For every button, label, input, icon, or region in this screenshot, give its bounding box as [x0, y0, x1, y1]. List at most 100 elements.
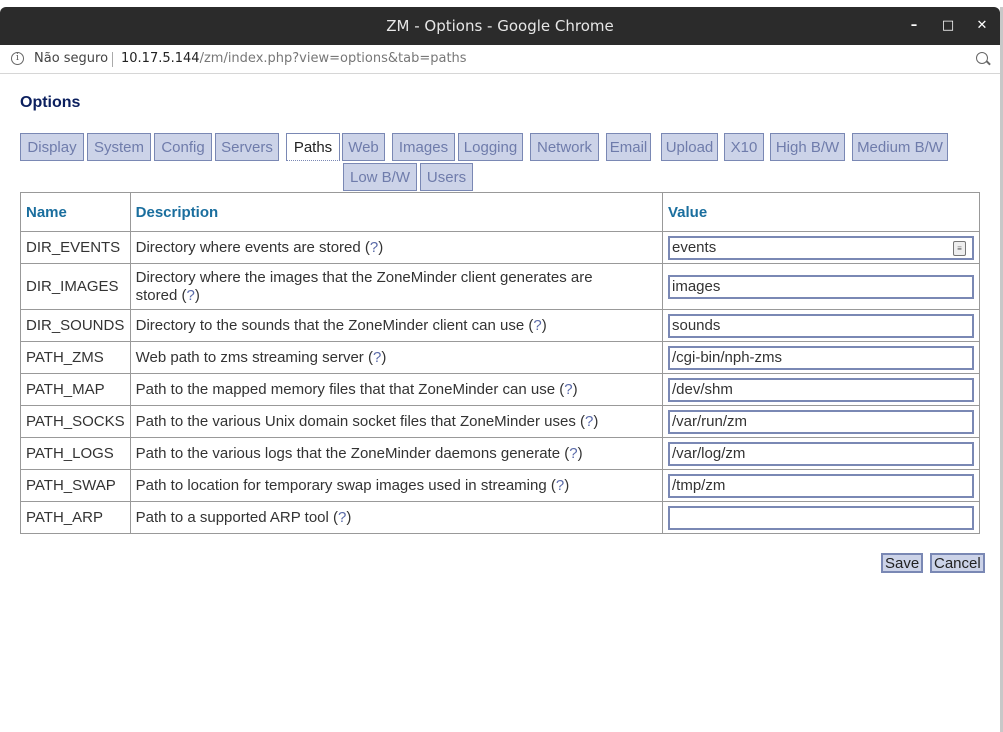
tab-email[interactable]: Email [606, 133, 651, 161]
help-link[interactable]: ? [556, 477, 564, 494]
tab-users[interactable]: Users [420, 163, 473, 191]
option-name: PATH_ZMS [20, 341, 131, 374]
option-value-cell: events ≡ [662, 231, 980, 264]
column-header-description[interactable]: Description [129, 192, 664, 232]
table-row: PATH_ARP Path to a supported ARP tool (?… [20, 501, 980, 534]
description-text: Path to the various logs that the ZoneMi… [135, 444, 561, 462]
option-description: Web path to zms streaming server (?) [129, 341, 664, 374]
help-link[interactable]: ? [569, 445, 577, 462]
value-input[interactable]: /dev/shm [668, 377, 974, 402]
tab-system[interactable]: System [87, 133, 151, 161]
save-button[interactable]: Save [881, 553, 924, 573]
description-text: Path to the various Unix domain socket f… [135, 412, 576, 430]
option-description: Path to a supported ARP tool (?) [129, 501, 664, 534]
cancel-button[interactable]: Cancel [930, 553, 985, 573]
option-name: DIR_IMAGES [20, 263, 131, 310]
option-description: Path to the various Unix domain socket f… [129, 405, 664, 438]
help-link[interactable]: ? [187, 287, 195, 304]
help-link[interactable]: ? [564, 381, 572, 398]
tab-x10[interactable]: X10 [724, 133, 764, 161]
tab-display[interactable]: Display [20, 133, 84, 161]
value-input[interactable]: /var/log/zm [668, 441, 974, 466]
page-title: Options [20, 94, 81, 111]
option-name: DIR_SOUNDS [20, 309, 131, 342]
option-description: Directory where the images that the Zone… [129, 263, 664, 310]
url-text[interactable]: 10.17.5.144/zm/index.php?view=options&ta… [121, 45, 467, 73]
table-row: DIR_SOUNDS Directory to the sounds that … [20, 309, 980, 342]
info-icon[interactable]: i [11, 52, 24, 65]
option-name: PATH_SOCKS [20, 405, 131, 438]
option-value-cell [662, 501, 980, 534]
tab-web[interactable]: Web [342, 133, 385, 161]
table-row: DIR_IMAGES Directory where the images th… [20, 263, 980, 310]
option-value-cell: sounds [662, 309, 980, 342]
maximize-icon[interactable]: □ [933, 7, 963, 45]
table-row: PATH_LOGS Path to the various logs that … [20, 437, 980, 470]
value-input[interactable]: /cgi-bin/nph-zms [668, 345, 974, 370]
zoom-icon[interactable] [976, 52, 988, 64]
security-label[interactable]: Não seguro [34, 45, 108, 73]
description-text: Web path to zms streaming server [135, 348, 364, 366]
tab-low-bw[interactable]: Low B/W [343, 163, 417, 191]
tab-high-bw[interactable]: High B/W [770, 133, 845, 161]
close-icon[interactable]: ✕ [967, 7, 997, 45]
column-header-name[interactable]: Name [20, 192, 131, 232]
table-header-row: Name Description Value [20, 192, 980, 232]
autofill-icon[interactable]: ≡ [953, 240, 966, 256]
help-link[interactable]: ? [370, 239, 378, 256]
option-description: Directory to the sounds that the ZoneMin… [129, 309, 664, 342]
tab-logging[interactable]: Logging [458, 133, 523, 161]
options-table: Name Description Value DIR_EVENTS Direct… [20, 192, 980, 534]
value-input[interactable]: events ≡ [668, 235, 974, 260]
table-row: PATH_MAP Path to the mapped memory files… [20, 373, 980, 406]
description-text: Directory where events are stored [135, 238, 361, 256]
address-bar[interactable]: i Não seguro 10.17.5.144/zm/index.php?vi… [0, 45, 1000, 74]
url-path: /zm/index.php?view=options&tab=paths [199, 51, 467, 66]
option-name: PATH_SWAP [20, 469, 131, 502]
table-row: DIR_EVENTS Directory where events are st… [20, 231, 980, 264]
minimize-icon[interactable]: – [899, 7, 929, 45]
description-text: Directory where the images that the Zone… [135, 268, 593, 286]
tab-config[interactable]: Config [154, 133, 212, 161]
help-link[interactable]: ? [338, 509, 346, 526]
tab-servers[interactable]: Servers [215, 133, 279, 161]
option-description: Path to the mapped memory files that tha… [129, 373, 664, 406]
tab-paths[interactable]: Paths [286, 133, 340, 161]
window-title: ZM - Options - Google Chrome [386, 17, 614, 35]
column-header-value[interactable]: Value [662, 192, 980, 232]
help-link[interactable]: ? [373, 349, 381, 366]
option-description: Directory where events are stored (?) [129, 231, 664, 264]
option-description: Path to the various logs that the ZoneMi… [129, 437, 664, 470]
address-separator [112, 52, 113, 67]
option-name: DIR_EVENTS [20, 231, 131, 264]
tab-images[interactable]: Images [392, 133, 455, 161]
description-text: Directory to the sounds that the ZoneMin… [135, 316, 525, 334]
tab-upload[interactable]: Upload [661, 133, 718, 161]
option-value-cell: /var/run/zm [662, 405, 980, 438]
value-input[interactable]: sounds [668, 313, 974, 338]
value-input[interactable] [668, 505, 974, 530]
option-value-cell: /var/log/zm [662, 437, 980, 470]
tab-network[interactable]: Network [530, 133, 599, 161]
value-input[interactable]: /tmp/zm [668, 473, 974, 498]
tab-medium-bw[interactable]: Medium B/W [852, 133, 948, 161]
option-value-cell: /cgi-bin/nph-zms [662, 341, 980, 374]
description-text-continued: stored [135, 286, 178, 304]
option-name: PATH_MAP [20, 373, 131, 406]
browser-title-bar: ZM - Options - Google Chrome – □ ✕ [0, 7, 1000, 45]
table-row: PATH_SOCKS Path to the various Unix doma… [20, 405, 980, 438]
option-name: PATH_LOGS [20, 437, 131, 470]
page-content: Options Display System Config Servers Pa… [0, 74, 1000, 732]
option-description: Path to location for temporary swap imag… [129, 469, 664, 502]
help-link[interactable]: ? [585, 413, 593, 430]
value-input[interactable]: /var/run/zm [668, 409, 974, 434]
table-row: PATH_SWAP Path to location for temporary… [20, 469, 980, 502]
option-value-cell: /dev/shm [662, 373, 980, 406]
value-input[interactable]: images [668, 274, 974, 299]
description-text: Path to the mapped memory files that tha… [135, 380, 556, 398]
value-text: events [672, 238, 717, 256]
option-value-cell: /tmp/zm [662, 469, 980, 502]
option-name: PATH_ARP [20, 501, 131, 534]
help-link[interactable]: ? [533, 317, 541, 334]
url-host: 10.17.5.144 [121, 51, 200, 66]
